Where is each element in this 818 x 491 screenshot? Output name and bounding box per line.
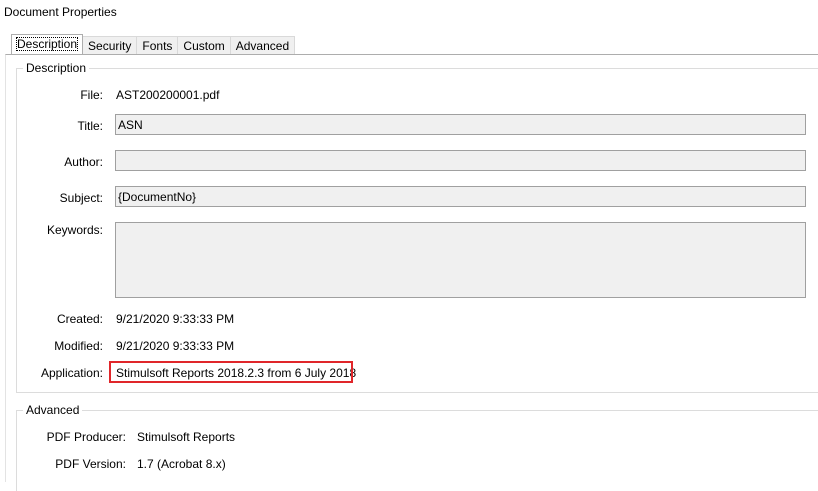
tab-description[interactable]: Description [11, 34, 84, 54]
tab-advanced-label: Advanced [235, 39, 290, 53]
keywords-label: Keywords: [46, 223, 103, 237]
tab-custom[interactable]: Custom [178, 36, 231, 54]
author-label: Author: [64, 155, 103, 169]
pdf-version-value: 1.7 (Acrobat 8.x) [137, 457, 226, 471]
tab-advanced[interactable]: Advanced [230, 36, 296, 54]
pdf-producer-label: PDF Producer: [46, 430, 126, 444]
keywords-field[interactable] [115, 222, 806, 298]
created-label: Created: [56, 312, 103, 326]
advanced-legend: Advanced [23, 403, 83, 417]
modified-label: Modified: [54, 339, 103, 353]
file-value: AST200200001.pdf [116, 88, 220, 102]
file-label: File: [80, 88, 103, 102]
tab-custom-label: Custom [183, 39, 225, 53]
title-label: Title: [77, 119, 103, 133]
window-title: Document Properties [4, 5, 117, 19]
modified-value: 9/21/2020 9:33:33 PM [116, 339, 235, 353]
title-field[interactable] [115, 114, 806, 135]
advanced-groupbox: Advanced [16, 403, 818, 491]
tab-fonts-label: Fonts [142, 39, 173, 53]
tab-security[interactable]: Security [83, 36, 138, 54]
author-field[interactable] [115, 150, 806, 171]
subject-label: Subject: [59, 191, 103, 205]
tab-strip: Description Security Fonts Custom Advanc… [11, 34, 296, 55]
pdf-version-label: PDF Version: [55, 457, 126, 471]
created-value: 9/21/2020 9:33:33 PM [116, 312, 235, 326]
application-label: Application: [40, 366, 103, 380]
application-highlight-box [109, 361, 353, 383]
tab-fonts[interactable]: Fonts [137, 36, 179, 54]
description-legend: Description [23, 61, 90, 75]
tab-description-label: Description [16, 37, 79, 51]
subject-field[interactable] [115, 186, 806, 207]
pdf-producer-value: Stimulsoft Reports [137, 430, 236, 444]
tab-security-label: Security [88, 39, 132, 53]
